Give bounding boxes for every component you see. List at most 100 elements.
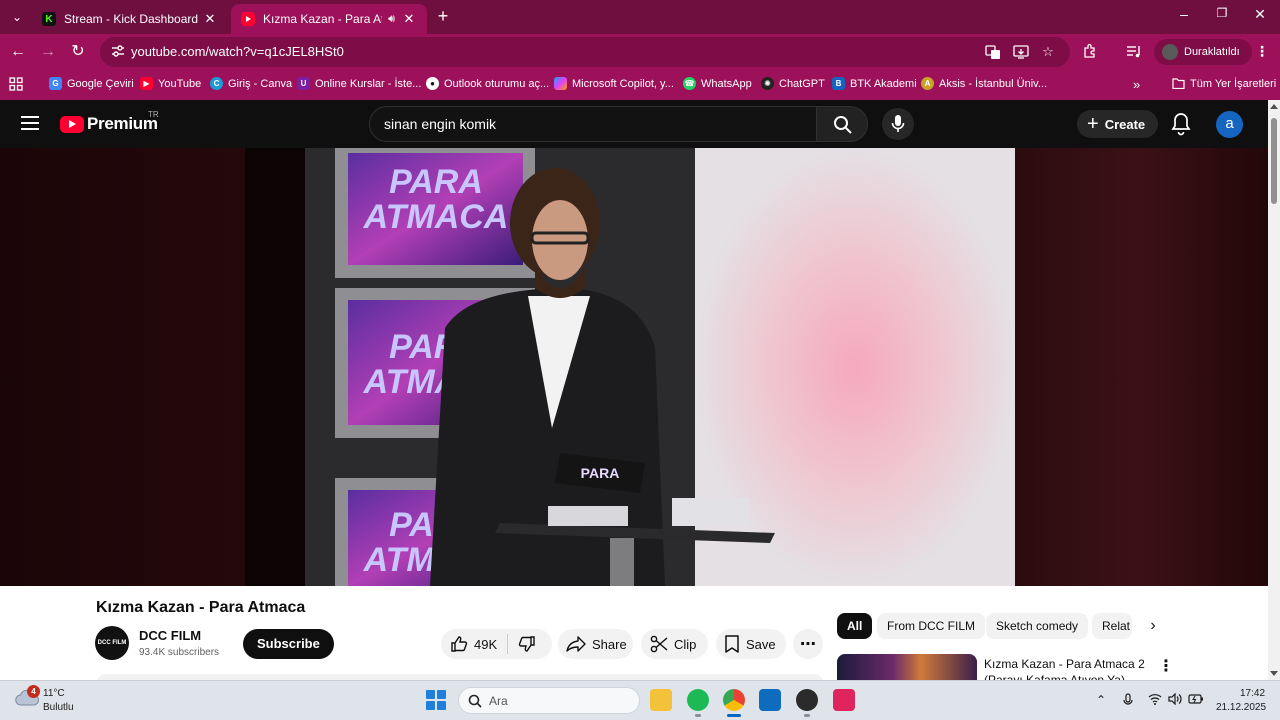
close-window-icon[interactable]: ✕ (1248, 6, 1272, 23)
bookmark-chatgpt[interactable]: ✺ ChatGPT (761, 77, 825, 90)
copilot-icon (554, 77, 567, 90)
bookmark-aksis[interactable]: A Aksis - İstanbul Üniv... (921, 77, 1047, 90)
github-desktop-icon[interactable] (796, 689, 818, 711)
show-hidden-icons-chevron-icon[interactable]: ⌃ (1096, 693, 1106, 707)
bookmark-copilot[interactable]: Microsoft Copilot, y... (554, 77, 674, 90)
share-button[interactable]: Share (558, 629, 633, 659)
bookmark-outlook[interactable]: ● Outlook oturumu aç... (426, 77, 549, 90)
speaker-icon[interactable]: 🔊︎ (388, 13, 395, 26)
temperature[interactable]: 11°C (43, 688, 65, 699)
bookmark-label: Aksis - İstanbul Üniv... (939, 77, 1047, 90)
clock-date[interactable]: 21.12.2025 (1216, 702, 1266, 713)
aksis-icon: A (921, 77, 934, 90)
profile-button[interactable]: Duraklatıldı (1154, 39, 1252, 65)
bookmark-google-translate[interactable]: G Google Çeviri (49, 77, 134, 90)
browser-toolbar: ← → ↻ youtube.com/watch?v=q1cJEL8HSt0 ☆ … (0, 34, 1280, 70)
region-code: TR (148, 110, 159, 119)
channel-avatar[interactable]: DCC FILM (95, 626, 129, 660)
create-button[interactable]: + Create (1077, 110, 1159, 138)
bookmark-whatsapp[interactable]: ☎ WhatsApp (683, 77, 752, 90)
subscribe-button[interactable]: Subscribe (243, 629, 334, 659)
media-control-icon[interactable] (1125, 43, 1143, 61)
translate-icon[interactable] (984, 44, 1002, 62)
taskbar-search-input[interactable]: Ara (458, 687, 640, 714)
save-button[interactable]: Save (716, 629, 786, 659)
like-count: 49K (474, 636, 498, 652)
more-bookmarks-chevron-icon[interactable]: » (1133, 77, 1140, 92)
search-button[interactable] (816, 106, 868, 142)
outlook-icon[interactable] (759, 689, 781, 711)
pocket-icon[interactable] (833, 689, 855, 711)
channel-name[interactable]: DCC FILM (139, 628, 201, 643)
running-indicator (695, 714, 701, 717)
chrome-menu-icon[interactable]: ⋮ (1253, 43, 1271, 61)
tab-youtube-video[interactable]: Kızma Kazan - Para Atmaca 🔊︎ ✕ (231, 4, 427, 34)
windows-start-icon[interactable] (426, 690, 446, 710)
active-indicator (727, 714, 741, 717)
scroll-up-arrow-icon[interactable] (1270, 104, 1278, 109)
bookmark-label: WhatsApp (701, 77, 752, 90)
bookmark-online-courses[interactable]: U Online Kurslar - İste... (297, 77, 421, 90)
save-label: Save (746, 636, 776, 652)
forward-button[interactable]: → (37, 42, 59, 62)
volume-icon[interactable] (1168, 692, 1182, 708)
bookmark-label: Tüm Yer İşaretleri (1190, 77, 1277, 90)
spotify-icon[interactable] (687, 689, 709, 711)
install-app-icon[interactable] (1012, 44, 1030, 62)
bookmark-star-icon[interactable]: ☆ (1039, 44, 1057, 62)
chrome-icon[interactable] (723, 689, 745, 711)
youtube-header: Premium TR sinan engin komik + Create a (0, 100, 1268, 148)
bookmark-canva[interactable]: C Giriş - Canva (210, 77, 292, 90)
menu-icon[interactable] (21, 116, 39, 130)
tab-search-chevron-icon[interactable]: ⌄ (6, 6, 28, 28)
minimize-icon[interactable]: – (1172, 6, 1196, 22)
bookmark-youtube[interactable]: ▶ YouTube (140, 77, 201, 90)
new-tab-button[interactable]: + (433, 6, 453, 27)
voice-search-button[interactable] (882, 108, 914, 140)
scrollbar-thumb[interactable] (1271, 118, 1277, 204)
all-bookmarks-folder[interactable]: Tüm Yer İşaretleri (1172, 77, 1276, 90)
chevron-right-icon[interactable]: › (1141, 613, 1165, 639)
microphone-icon[interactable] (1123, 693, 1133, 710)
page-scrollbar[interactable] (1268, 100, 1280, 680)
address-bar[interactable]: youtube.com/watch?v=q1cJEL8HSt0 ☆ (100, 37, 1070, 67)
apps-icon[interactable] (9, 77, 23, 91)
search-input[interactable]: sinan engin komik (369, 106, 817, 142)
more-actions-icon[interactable]: ⋯ (793, 629, 823, 659)
clip-button[interactable]: Clip (641, 629, 708, 659)
dislike-button[interactable] (508, 635, 552, 653)
video-player[interactable]: PARA ATMACA PARA ATMACA PARA ATMACA PARA (0, 148, 1268, 586)
url-text[interactable]: youtube.com/watch?v=q1cJEL8HSt0 (131, 44, 344, 59)
weather-badge: 4 (27, 685, 40, 698)
reload-button[interactable]: ↻ (67, 42, 89, 62)
chip-from-channel[interactable]: From DCC FILM (877, 613, 985, 639)
back-button[interactable]: ← (7, 42, 29, 62)
chip-all[interactable]: All (837, 613, 873, 639)
site-info-icon[interactable] (110, 44, 126, 60)
tab-close-icon[interactable]: ✕ (401, 11, 417, 27)
wifi-icon[interactable] (1148, 693, 1162, 708)
microphone-icon (891, 115, 905, 132)
share-label: Share (592, 636, 627, 652)
extensions-icon[interactable] (1081, 43, 1099, 61)
scroll-down-arrow-icon[interactable] (1270, 671, 1278, 676)
recommended-video-thumbnail[interactable] (837, 654, 977, 680)
bookmark-icon (725, 635, 739, 653)
recommended-more-icon[interactable]: ⋮ (1158, 656, 1174, 676)
like-button[interactable]: 49K (441, 634, 508, 654)
tab-kick-dashboard[interactable]: K Stream - Kick Dashboard ✕ (32, 4, 228, 34)
chip-sketch-comedy[interactable]: Sketch comedy (986, 613, 1089, 639)
tab-close-icon[interactable]: ✕ (202, 11, 218, 27)
restore-icon[interactable]: ❐ (1210, 6, 1234, 20)
weather-condition[interactable]: Bulutlu (43, 702, 74, 713)
file-explorer-icon[interactable] (650, 689, 672, 711)
bookmark-btk-akademi[interactable]: B BTK Akademi (832, 77, 917, 90)
clock-time[interactable]: 17:42 (1240, 688, 1265, 699)
notifications-bell-icon[interactable] (1170, 112, 1192, 136)
bookmark-label: Giriş - Canva (228, 77, 293, 90)
chip-related[interactable]: Relat (1092, 613, 1132, 639)
youtube-logo[interactable]: Premium TR (60, 110, 159, 134)
video-frame: PARA ATMACA PARA ATMACA PARA ATMACA PARA (0, 148, 1268, 586)
battery-icon[interactable] (1188, 693, 1204, 707)
account-avatar[interactable]: a (1216, 111, 1243, 138)
